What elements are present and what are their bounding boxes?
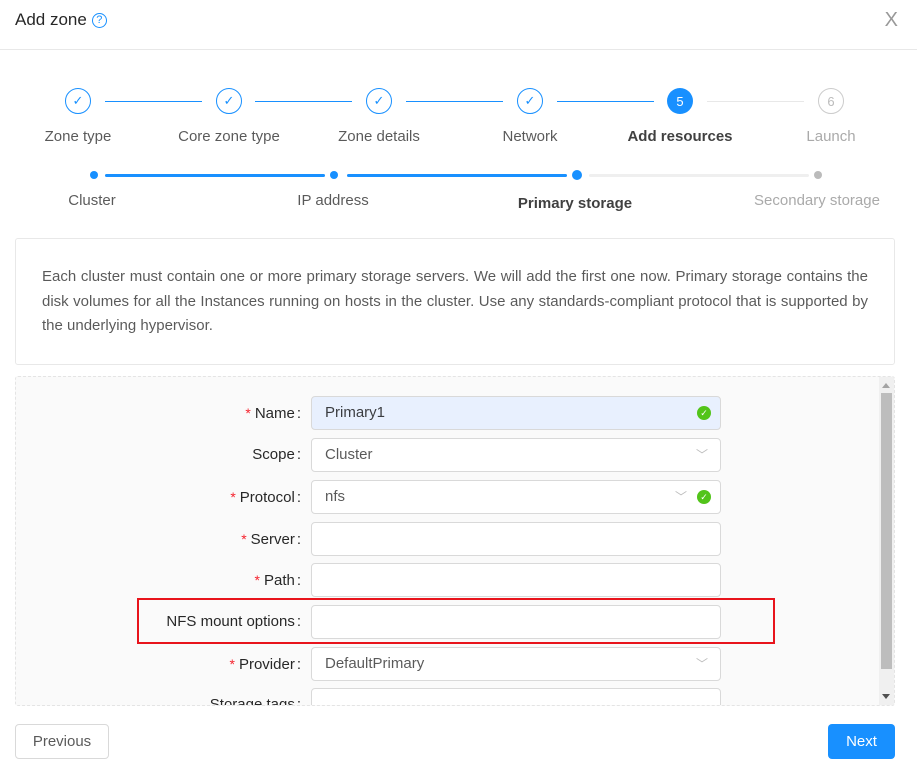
- label-colon: :: [296, 531, 301, 548]
- protocol-value: nfs: [325, 488, 346, 505]
- substep-connector: [105, 174, 325, 177]
- protocol-select[interactable]: nfs ﹀ ✓: [311, 480, 721, 514]
- step-zone-details: ✓ Zone details: [304, 88, 454, 145]
- field-label: Scope:: [252, 438, 301, 472]
- field-label: * Path:: [255, 563, 301, 597]
- check-circle-icon: ✓: [697, 406, 711, 420]
- form-row-provider: * Provider: DefaultPrimary ﹀: [16, 647, 876, 681]
- substep-connector: [589, 174, 809, 177]
- storage-tags-input[interactable]: [311, 688, 721, 705]
- label-text: Provider: [238, 656, 295, 673]
- step-zone-type: ✓ Zone type: [3, 88, 153, 145]
- field-label: * Server:: [241, 522, 301, 556]
- label-colon: :: [296, 405, 301, 422]
- form-scrollbar[interactable]: [879, 377, 894, 705]
- form-row-scope: Scope: Cluster ﹀: [16, 438, 876, 472]
- label-text: Server: [250, 531, 295, 548]
- name-input[interactable]: Primary1 ✓: [311, 396, 721, 430]
- label-colon: :: [296, 489, 301, 506]
- step-number-icon: 5: [667, 88, 693, 114]
- scroll-down-arrow-icon[interactable]: [882, 694, 890, 699]
- dialog-title-text: Add zone: [15, 10, 87, 29]
- check-icon: ✓: [366, 88, 392, 114]
- name-value: Primary1: [325, 404, 386, 421]
- next-button[interactable]: Next: [828, 724, 895, 759]
- form-row-path: * Path:: [16, 563, 876, 597]
- required-mark: *: [245, 405, 251, 421]
- substep-secondary-storage: Secondary storage: [754, 192, 880, 209]
- highlight-annotation-box: [137, 598, 775, 644]
- required-mark: *: [254, 572, 260, 588]
- step-launch: 6 Launch: [756, 88, 906, 145]
- label-colon: :: [296, 446, 301, 463]
- scope-value: Cluster: [325, 446, 373, 463]
- check-icon: ✓: [517, 88, 543, 114]
- required-mark: *: [230, 489, 236, 505]
- label-text: Path: [263, 572, 295, 589]
- description-text: Each cluster must contain one or more pr…: [42, 268, 868, 334]
- question-circle-icon[interactable]: ?: [91, 12, 107, 28]
- substep-dot: [814, 171, 822, 179]
- label-colon: :: [296, 656, 301, 673]
- previous-button[interactable]: Previous: [15, 724, 109, 759]
- scope-select[interactable]: Cluster ﹀: [311, 438, 721, 472]
- field-label: Storage tags:: [209, 688, 301, 706]
- step-network: ✓ Network: [455, 88, 605, 145]
- chevron-down-icon: ﹀: [674, 490, 687, 504]
- substep-dot: [330, 171, 338, 179]
- path-input[interactable]: [311, 563, 721, 597]
- label-text: Name: [254, 405, 295, 422]
- substep-primary-storage: Primary storage: [517, 195, 633, 212]
- step-core-zone-type: ✓ Core zone type: [154, 88, 304, 145]
- step-label: Zone details: [338, 128, 420, 145]
- provider-select[interactable]: DefaultPrimary ﹀: [311, 647, 721, 681]
- field-label: * Protocol:: [230, 480, 301, 514]
- server-input[interactable]: [311, 522, 721, 556]
- step-add-resources: 5 Add resources: [605, 88, 755, 145]
- sub-steps: Cluster IP address Primary storage Secon…: [0, 168, 917, 218]
- field-label: * Provider:: [230, 647, 301, 681]
- check-icon: ✓: [65, 88, 91, 114]
- substep-cluster: Cluster: [68, 192, 116, 209]
- provider-value: DefaultPrimary: [325, 655, 425, 672]
- chevron-down-icon: ﹀: [695, 448, 708, 462]
- scroll-up-arrow-icon[interactable]: [882, 383, 890, 388]
- label-text: Storage tags: [209, 696, 295, 706]
- substep-ip-address: IP address: [297, 192, 369, 209]
- substep-dot: [90, 171, 98, 179]
- dialog-header: Add zone ? X: [0, 0, 917, 50]
- dialog-title: Add zone ?: [15, 10, 107, 30]
- form-row-name: * Name: Primary1 ✓: [16, 396, 876, 430]
- required-mark: *: [229, 656, 235, 672]
- step-number-icon: 6: [818, 88, 844, 114]
- label-colon: :: [296, 572, 301, 589]
- form-row-storage-tags: Storage tags:: [16, 688, 876, 706]
- chevron-down-icon: ﹀: [695, 657, 708, 671]
- form-row-protocol: * Protocol: nfs ﹀ ✓: [16, 480, 876, 514]
- form-row-server: * Server:: [16, 522, 876, 556]
- step-label: Zone type: [44, 128, 112, 145]
- substep-connector: [347, 174, 567, 177]
- required-mark: *: [241, 531, 247, 547]
- label-text: Protocol: [239, 489, 295, 506]
- main-steps: ✓ Zone type ✓ Core zone type ✓ Zone deta…: [0, 88, 917, 148]
- primary-storage-form: * Name: Primary1 ✓ Scope: Cluster ﹀ * Prot…: [15, 376, 895, 706]
- field-label: * Name:: [245, 396, 301, 430]
- description-box: Each cluster must contain one or more pr…: [15, 238, 895, 365]
- step-label: Launch: [806, 128, 856, 145]
- scrollbar-thumb[interactable]: [881, 393, 892, 669]
- check-icon: ✓: [216, 88, 242, 114]
- close-icon[interactable]: X: [885, 9, 898, 32]
- step-label: Add resources: [627, 128, 733, 145]
- step-label: Network: [502, 128, 558, 145]
- substep-dot: [572, 170, 582, 180]
- check-circle-icon: ✓: [697, 490, 711, 504]
- label-text: Scope: [252, 446, 295, 463]
- step-label: Core zone type: [178, 128, 280, 145]
- label-colon: :: [296, 696, 301, 706]
